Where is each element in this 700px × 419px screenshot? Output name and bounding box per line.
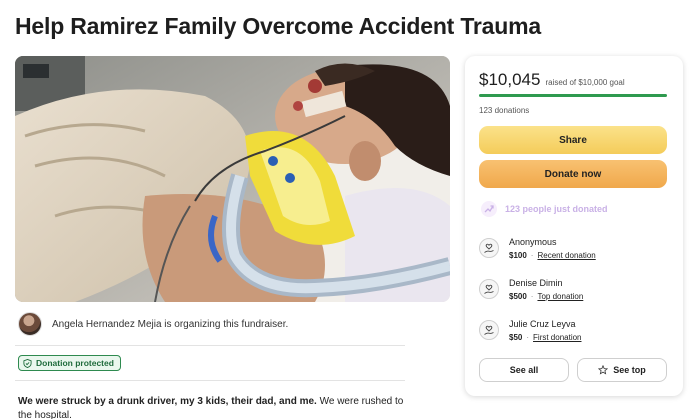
raised-value: $10,045 bbox=[479, 70, 541, 89]
see-all-label: See all bbox=[509, 365, 539, 375]
heart-hand-icon bbox=[479, 279, 499, 299]
divider bbox=[15, 380, 405, 381]
see-top-button[interactable]: See top bbox=[577, 358, 667, 382]
heart-hand-icon bbox=[479, 238, 499, 258]
donor-item: Denise Dimin $500 · Top donation bbox=[479, 277, 583, 303]
donation-count: 123 donations bbox=[479, 106, 530, 115]
donor-amount: $500 bbox=[509, 292, 527, 301]
donate-now-button[interactable]: Donate now bbox=[479, 160, 667, 188]
organizer-row: Angela Hernandez Mejia is organizing thi… bbox=[18, 311, 288, 337]
donor-amount: $100 bbox=[509, 251, 527, 260]
donor-name: Julie Cruz Leyva bbox=[509, 319, 576, 329]
donor-amount: $50 bbox=[509, 333, 523, 342]
donation-protected-badge[interactable]: Donation protected bbox=[18, 355, 121, 371]
donor-name: Anonymous bbox=[509, 237, 557, 247]
donor-item: Anonymous $100 · Recent donation bbox=[479, 236, 596, 262]
heart-hand-icon bbox=[479, 320, 499, 340]
star-icon bbox=[598, 365, 609, 375]
share-button[interactable]: Share bbox=[479, 126, 667, 154]
story-bold: We were struck by a drunk driver, my 3 k… bbox=[18, 396, 317, 407]
progress-bar bbox=[479, 94, 667, 97]
recent-donations-text: 123 people just donated bbox=[505, 204, 608, 214]
shield-icon bbox=[23, 358, 32, 368]
donor-item: Julie Cruz Leyva $50 · First donation bbox=[479, 318, 582, 344]
donation-protected-label: Donation protected bbox=[36, 358, 114, 368]
campaign-photo-image bbox=[15, 56, 450, 302]
see-top-label: See top bbox=[613, 365, 646, 375]
page-title: Help Ramirez Family Overcome Accident Tr… bbox=[15, 13, 541, 39]
trend-icon bbox=[481, 201, 497, 217]
goal-text: raised of $10,000 goal bbox=[545, 78, 625, 87]
organizer-avatar[interactable] bbox=[18, 312, 42, 336]
progress-fill bbox=[479, 94, 667, 97]
divider bbox=[15, 345, 405, 346]
donor-name: Denise Dimin bbox=[509, 278, 563, 288]
donor-tag-link[interactable]: Recent donation bbox=[537, 251, 595, 260]
recent-donations-notice: 123 people just donated bbox=[481, 201, 608, 217]
raised-amount: $10,045 raised of $10,000 goal bbox=[479, 70, 625, 90]
donor-tag-link[interactable]: First donation bbox=[533, 333, 581, 342]
campaign-photo[interactable] bbox=[15, 56, 450, 302]
story-text: We were struck by a drunk driver, my 3 k… bbox=[18, 395, 418, 419]
see-all-button[interactable]: See all bbox=[479, 358, 569, 382]
organizer-text: Angela Hernandez Mejia is organizing thi… bbox=[52, 318, 289, 330]
donation-card: $10,045 raised of $10,000 goal 123 donat… bbox=[465, 56, 683, 396]
donor-tag-link[interactable]: Top donation bbox=[537, 292, 583, 301]
